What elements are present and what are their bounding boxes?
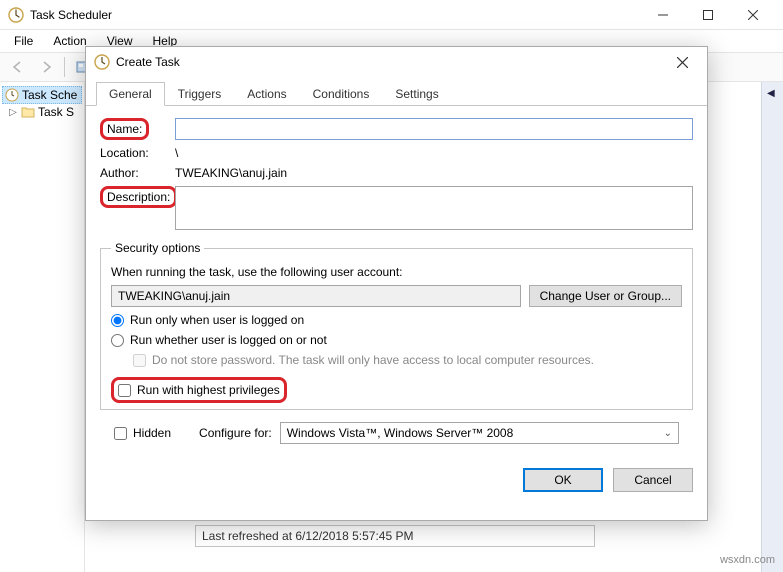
- name-label: Name:: [100, 118, 149, 140]
- description-label: Description:: [100, 186, 177, 208]
- ok-button[interactable]: OK: [523, 468, 603, 492]
- radio-logged-on[interactable]: Run only when user is logged on: [111, 313, 682, 327]
- close-button[interactable]: [730, 1, 775, 29]
- dialog-icon: [94, 54, 110, 70]
- location-label: Location:: [100, 146, 175, 160]
- titlebar: Task Scheduler: [0, 0, 783, 30]
- check-no-store-password-input: [133, 354, 146, 367]
- tab-settings[interactable]: Settings: [382, 82, 451, 106]
- radio-logged-on-input[interactable]: [111, 314, 124, 327]
- cancel-button[interactable]: Cancel: [613, 468, 693, 492]
- status-bar: Last refreshed at 6/12/2018 5:57:45 PM: [195, 525, 595, 547]
- watermark: wsxdn.com: [720, 554, 775, 566]
- expander-icon[interactable]: ▷: [8, 107, 18, 118]
- app-icon: [8, 7, 24, 23]
- author-value: TWEAKING\anuj.jain: [175, 166, 693, 180]
- radio-whether-logged[interactable]: Run whether user is logged on or not: [111, 333, 682, 347]
- description-input[interactable]: [175, 186, 693, 230]
- app-title: Task Scheduler: [30, 8, 640, 22]
- check-highest-privileges-input[interactable]: [118, 384, 131, 397]
- author-label: Author:: [100, 166, 175, 180]
- status-text: Last refreshed at 6/12/2018 5:57:45 PM: [202, 529, 413, 543]
- tree-pane: Task Sche ▷ Task S: [0, 82, 85, 572]
- check-highest-privileges[interactable]: Run with highest privileges: [118, 383, 280, 397]
- tree-root[interactable]: Task Sche: [2, 86, 82, 104]
- tab-body: Name: Location: \ Author: TWEAKING\anuj.…: [86, 106, 707, 460]
- configure-for-select[interactable]: Windows Vista™, Windows Server™ 2008 ⌄: [280, 422, 679, 444]
- user-account-display: TWEAKING\anuj.jain: [111, 285, 521, 307]
- location-value: \: [175, 146, 693, 160]
- dialog-close-button[interactable]: [665, 50, 699, 74]
- clock-icon: [5, 88, 19, 102]
- maximize-button[interactable]: [685, 1, 730, 29]
- radio-whether-logged-input[interactable]: [111, 334, 124, 347]
- name-input[interactable]: [175, 118, 693, 140]
- tabstrip: General Triggers Actions Conditions Sett…: [86, 81, 707, 106]
- back-button[interactable]: [6, 56, 30, 78]
- dialog-title: Create Task: [116, 55, 180, 69]
- tab-general[interactable]: General: [96, 82, 165, 106]
- tree-child-label: Task S: [38, 105, 74, 119]
- create-task-dialog: Create Task General Triggers Actions Con…: [85, 46, 708, 521]
- configure-for-label: Configure for:: [199, 426, 272, 440]
- tab-actions[interactable]: Actions: [234, 82, 299, 106]
- security-prompt: When running the task, use the following…: [111, 265, 682, 279]
- dialog-footer: OK Cancel: [86, 460, 707, 504]
- check-hidden[interactable]: Hidden: [114, 426, 171, 440]
- chevron-down-icon: ⌄: [664, 428, 672, 439]
- chevron-left-icon: ◀: [767, 88, 775, 99]
- folder-icon: [21, 106, 35, 118]
- tree-child[interactable]: ▷ Task S: [2, 104, 82, 120]
- minimize-button[interactable]: [640, 1, 685, 29]
- check-hidden-input[interactable]: [114, 427, 127, 440]
- change-user-button[interactable]: Change User or Group...: [529, 285, 682, 307]
- actions-pane-collapsed[interactable]: ◀: [761, 82, 783, 572]
- menu-file[interactable]: File: [6, 32, 41, 50]
- tree-root-label: Task Sche: [22, 88, 77, 102]
- check-no-store-password: Do not store password. The task will onl…: [133, 353, 682, 367]
- security-options-group: Security options When running the task, …: [100, 241, 693, 410]
- security-legend: Security options: [111, 241, 204, 255]
- dialog-titlebar: Create Task: [86, 47, 707, 77]
- forward-button[interactable]: [34, 56, 58, 78]
- tab-triggers[interactable]: Triggers: [165, 82, 235, 106]
- tab-conditions[interactable]: Conditions: [300, 82, 383, 106]
